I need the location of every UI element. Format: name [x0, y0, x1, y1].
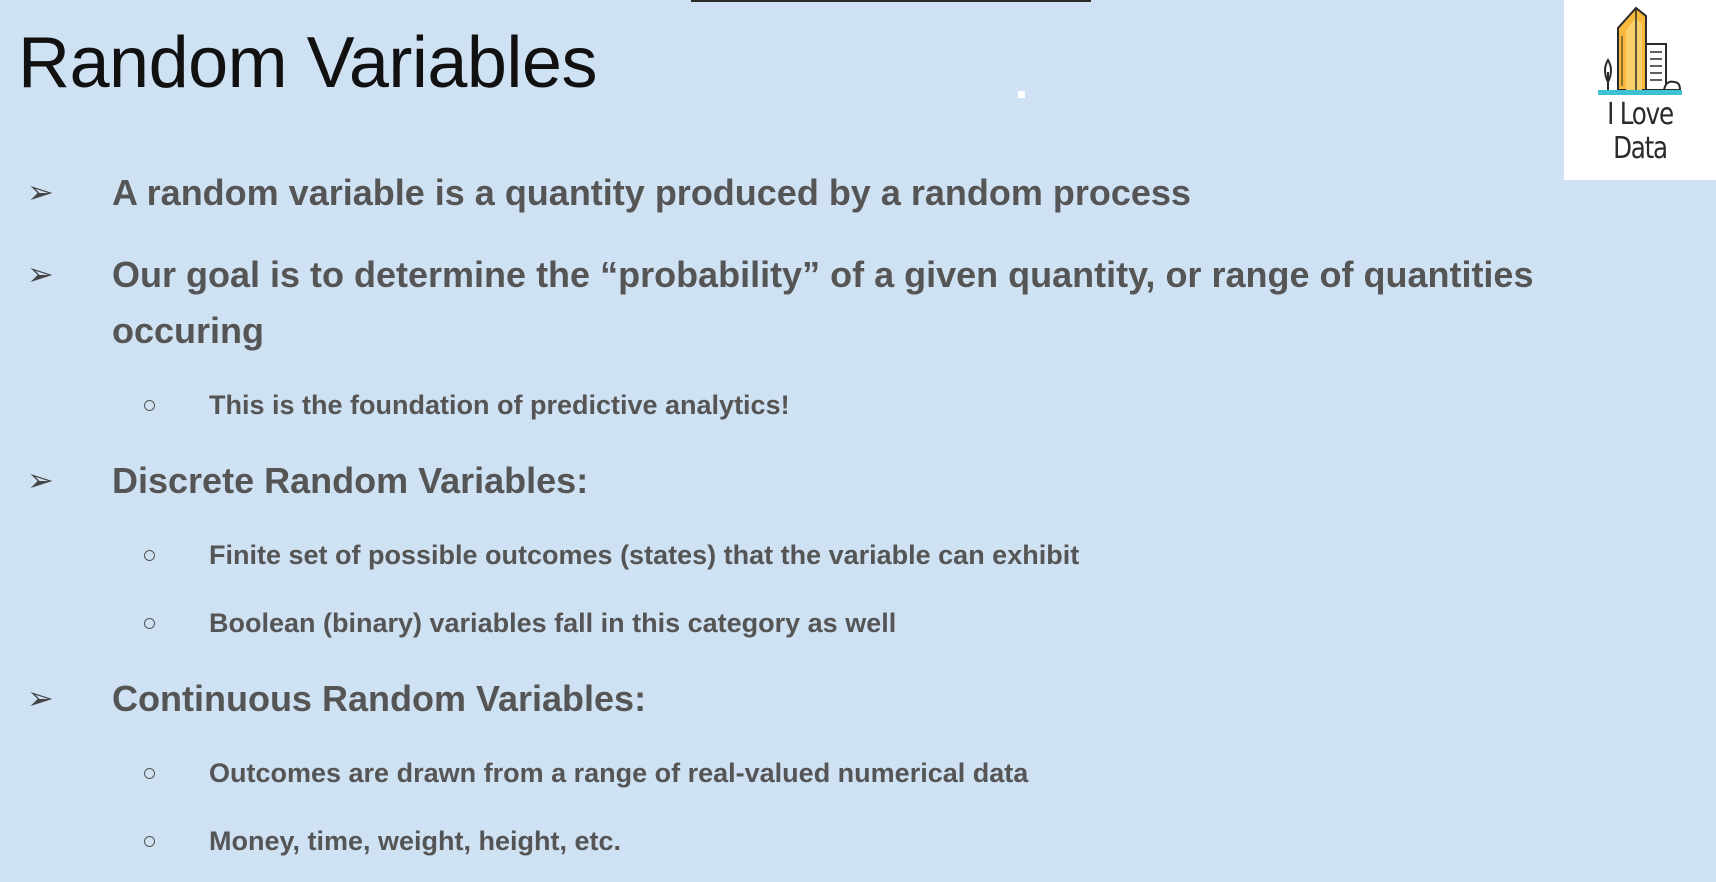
- arrowhead-icon: ➢: [27, 462, 54, 498]
- arrowhead-icon: ➢: [27, 680, 54, 716]
- bullet-random-variable-definition: A random variable is a quantity produced…: [112, 172, 1191, 213]
- sub-bullet-finite-set: Finite set of possible outcomes (states)…: [209, 540, 1080, 570]
- sub-bullet-boolean: Boolean (binary) variables fall in this …: [209, 608, 897, 638]
- bullet-goal-line-1: Our goal is to determine the “probabilit…: [112, 254, 1534, 295]
- slide-title: Random Variables: [18, 23, 597, 103]
- cursor-dot: [1018, 91, 1025, 98]
- logo: I Love Data: [1564, 0, 1716, 180]
- arrowhead-icon: ➢: [27, 174, 54, 210]
- sub-bullet-examples: Money, time, weight, height, etc.: [209, 826, 622, 856]
- hollow-circle-icon: [144, 836, 155, 847]
- sub-bullet-real-valued: Outcomes are drawn from a range of real-…: [209, 758, 1029, 788]
- logo-text: I Love Data: [1578, 98, 1703, 166]
- sub-bullet-foundation: This is the foundation of predictive ana…: [209, 390, 790, 420]
- bullet-goal-line-2: occuring: [112, 310, 265, 351]
- bullet-continuous-random-variables: Continuous Random Variables:: [112, 678, 647, 719]
- logo-line-1: I Love: [1607, 97, 1674, 132]
- city-buildings-icon: [1598, 6, 1682, 95]
- bullet-discrete-random-variables: Discrete Random Variables:: [112, 460, 589, 501]
- hollow-circle-icon: [144, 768, 155, 779]
- arrowhead-icon: ➢: [27, 256, 54, 292]
- hollow-circle-icon: [144, 550, 155, 561]
- hollow-circle-icon: [144, 618, 155, 629]
- hollow-circle-icon: [144, 400, 155, 411]
- top-divider-line: [691, 0, 1091, 2]
- logo-line-2: Data: [1613, 131, 1668, 166]
